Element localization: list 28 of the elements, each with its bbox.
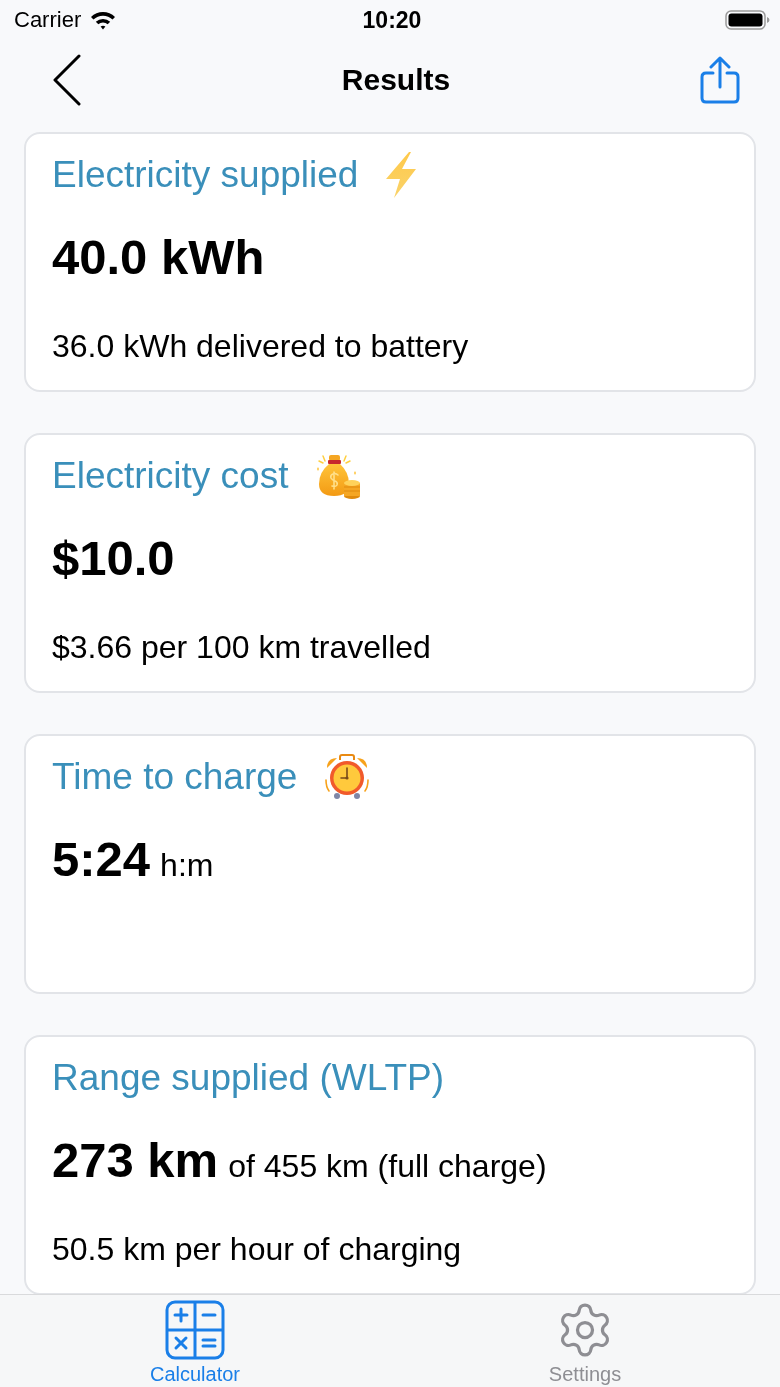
tab-bar-item[interactable]: Calculator <box>0 1295 390 1387</box>
back-button[interactable] <box>52 54 82 106</box>
money-bag-icon <box>314 452 363 500</box>
tab-bar-item[interactable]: Settings <box>390 1295 780 1387</box>
status-time: 10:20 <box>362 7 422 33</box>
card-title: Electricity cost <box>52 454 289 498</box>
result-value: 40.0 kWh <box>52 229 265 285</box>
carrier-label: Carrier <box>14 7 82 33</box>
result-value: $10.0 <box>52 530 175 586</box>
alarm-clock-icon <box>323 754 372 800</box>
calculator-icon <box>165 1300 225 1360</box>
value-note: h:m <box>160 846 214 885</box>
share-button[interactable] <box>700 56 740 104</box>
card-title: Electricity supplied <box>52 153 359 197</box>
result-value: 273 km <box>52 1132 219 1188</box>
page-title: Results <box>341 63 451 97</box>
value-note: of 455 km (full charge) <box>228 1147 547 1186</box>
result-detail: 50.5 km per hour of charging <box>52 1230 462 1268</box>
lightning-bolt-icon <box>384 152 419 198</box>
card-title: Time to charge <box>52 755 298 799</box>
battery-icon <box>725 10 770 30</box>
share-icon <box>700 56 740 104</box>
result-detail: $3.66 per 100 km travelled <box>52 628 431 666</box>
result-detail: 36.0 kWh delivered to battery <box>52 327 469 365</box>
card-title: Range supplied (WLTP) <box>52 1056 445 1100</box>
result-value: 5:24 <box>52 831 151 887</box>
wifi-icon <box>90 10 117 30</box>
back-chevron-icon <box>52 54 82 106</box>
